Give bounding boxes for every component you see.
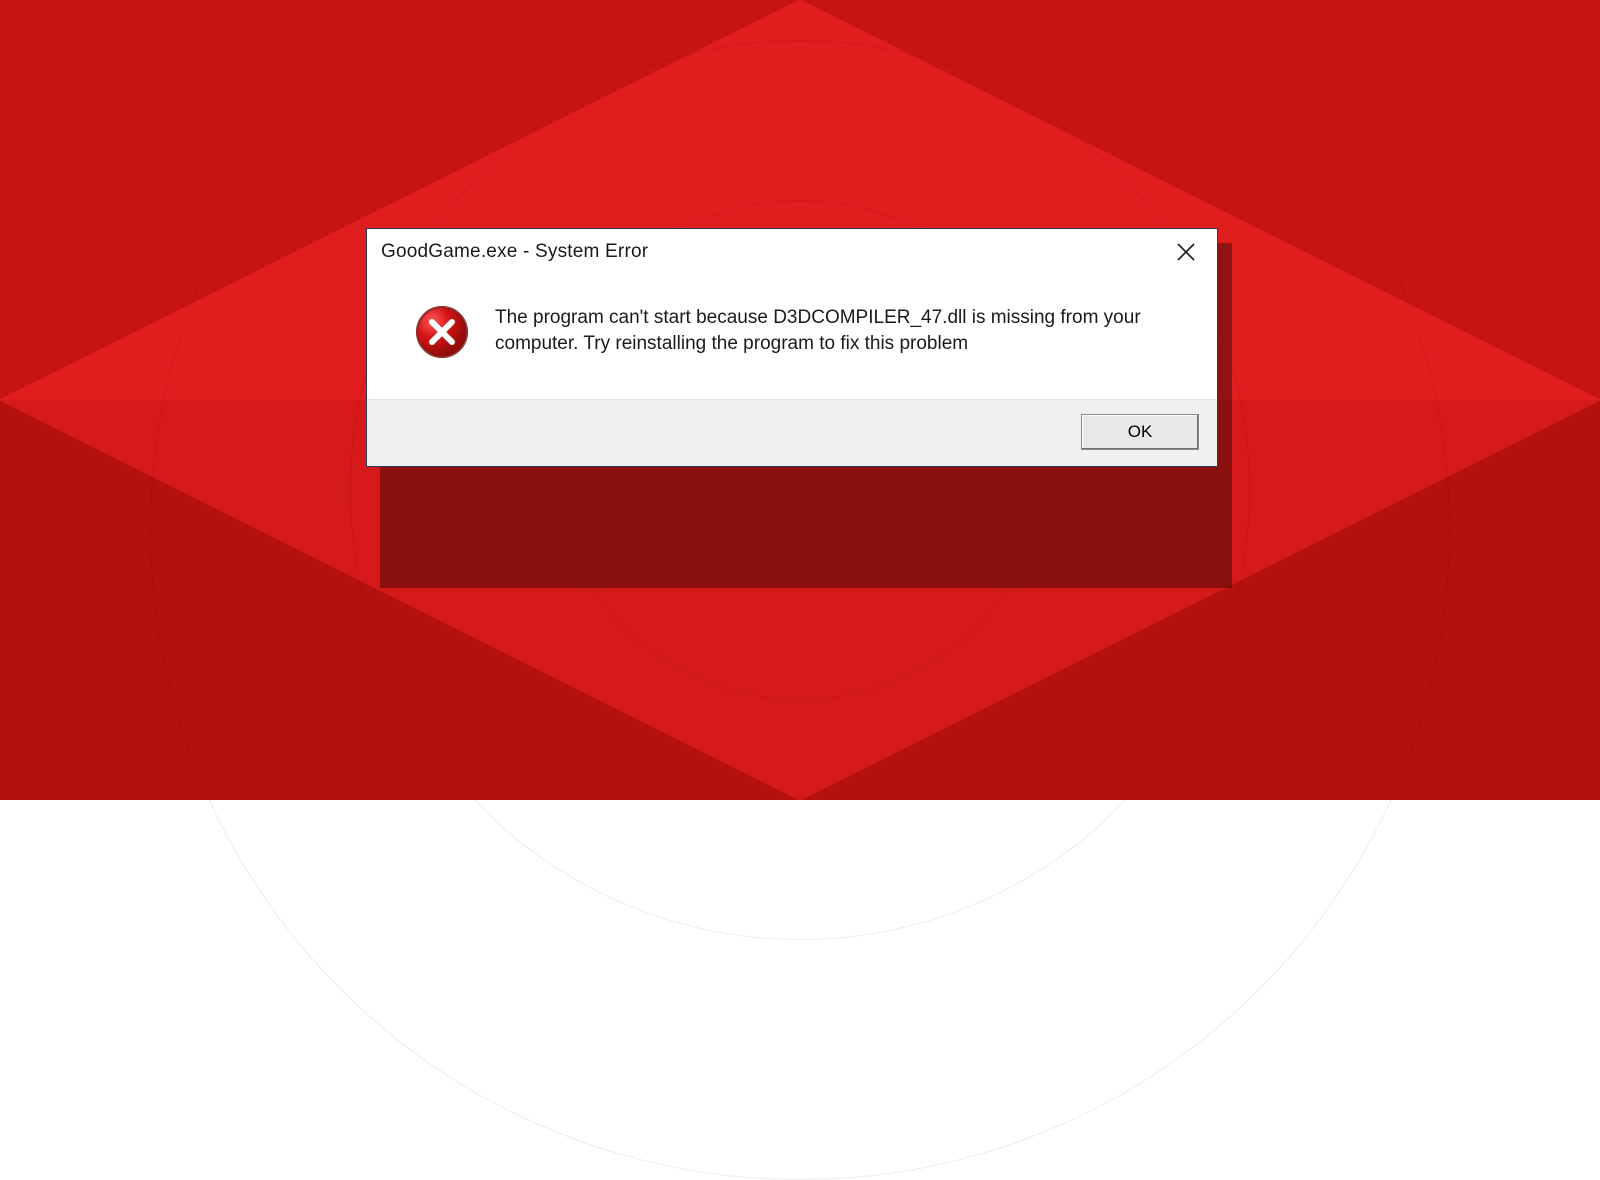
close-icon [1177, 243, 1195, 261]
close-button[interactable] [1163, 231, 1209, 273]
dialog-body: The program can't start because D3DCOMPI… [367, 275, 1217, 399]
ok-button[interactable]: OK [1081, 414, 1199, 450]
dialog-title: GoodGame.exe - System Error [381, 241, 648, 263]
error-message: The program can't start because D3DCOMPI… [495, 305, 1175, 356]
dialog-footer: OK [367, 399, 1217, 466]
error-dialog: GoodGame.exe - System Error The pro [366, 228, 1218, 467]
error-icon [415, 305, 469, 359]
titlebar[interactable]: GoodGame.exe - System Error [367, 229, 1217, 275]
